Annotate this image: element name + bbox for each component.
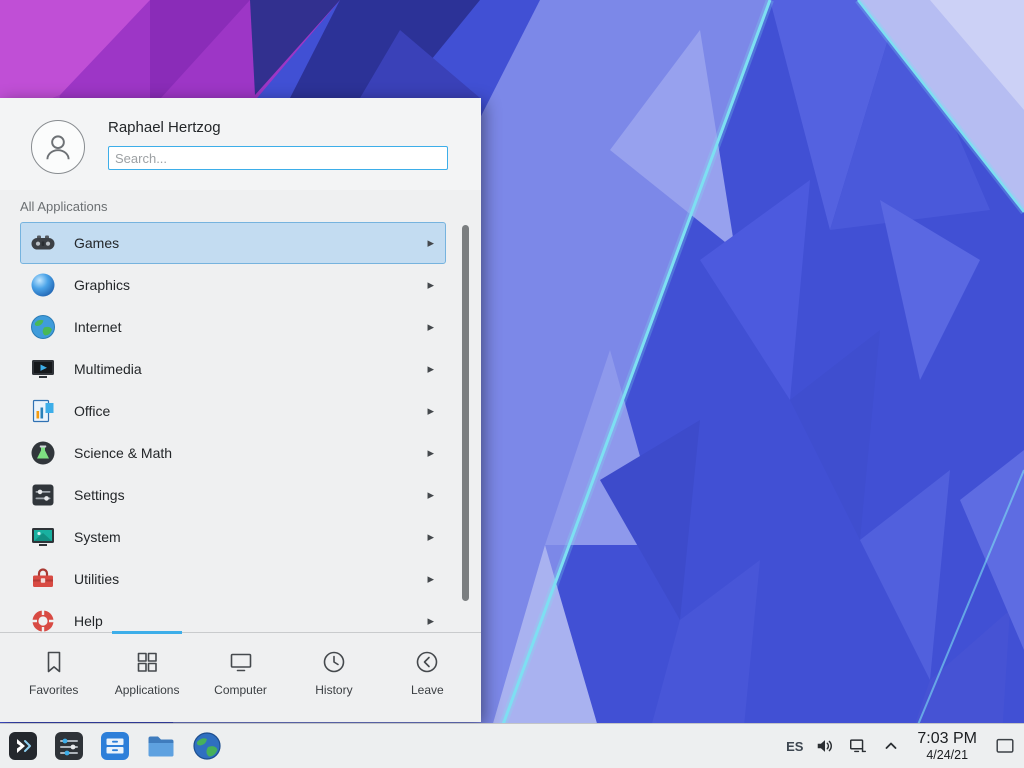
- tab-history[interactable]: History: [287, 633, 380, 711]
- tab-applications[interactable]: Applications: [100, 633, 193, 711]
- browser-globe-icon[interactable]: [190, 729, 224, 763]
- app-launcher-icon[interactable]: [6, 729, 40, 763]
- show-desktop-button[interactable]: [992, 729, 1018, 763]
- category-label: Science & Math: [74, 445, 427, 461]
- desktop: Raphael Hertzog All Applications Games ▸…: [0, 0, 1024, 768]
- category-label: Office: [74, 403, 427, 419]
- tab-favorites[interactable]: Favorites: [7, 633, 100, 711]
- tab-label: Favorites: [29, 683, 78, 697]
- category-label: Internet: [74, 319, 427, 335]
- tab-computer[interactable]: Computer: [194, 633, 287, 711]
- sliders-icon: [29, 481, 57, 509]
- category-label: Help: [74, 613, 427, 629]
- chevron-right-icon: ▸: [427, 235, 434, 251]
- list-scrollbar[interactable]: [462, 225, 469, 601]
- system-monitor-icon: [29, 523, 57, 551]
- category-list: Games ▸ Graphics ▸ Internet ▸ Multimedia…: [20, 222, 446, 632]
- system-tray: ES 7:03 PM 4/24/21: [786, 729, 1024, 763]
- chevron-right-icon: ▸: [427, 445, 434, 461]
- category-row-utilities[interactable]: Utilities ▸: [20, 558, 446, 600]
- chevron-right-icon: ▸: [427, 529, 434, 545]
- launcher-tabbar: Favorites Applications Computer History …: [0, 632, 481, 711]
- leave-icon: [413, 648, 441, 676]
- category-label: Utilities: [74, 571, 427, 587]
- keyboard-layout-indicator[interactable]: ES: [786, 739, 803, 754]
- tab-leave[interactable]: Leave: [381, 633, 474, 711]
- category-row-office[interactable]: Office ▸: [20, 390, 446, 432]
- user-avatar[interactable]: [31, 120, 85, 174]
- digital-clock[interactable]: 7:03 PM 4/24/21: [917, 730, 977, 763]
- terminal-config-icon[interactable]: [52, 729, 86, 763]
- toolbox-icon: [29, 565, 57, 593]
- user-name: Raphael Hertzog: [108, 119, 221, 136]
- category-label: Multimedia: [74, 361, 427, 377]
- tab-label: Applications: [115, 683, 180, 697]
- category-row-multimedia[interactable]: Multimedia ▸: [20, 348, 446, 390]
- monitor-play-icon: [29, 355, 57, 383]
- computer-icon: [227, 648, 255, 676]
- category-row-system[interactable]: System ▸: [20, 516, 446, 558]
- clock-date: 4/24/21: [926, 748, 968, 762]
- taskbar: ES 7:03 PM 4/24/21: [0, 723, 1024, 768]
- history-clock-icon: [320, 648, 348, 676]
- chevron-right-icon: ▸: [427, 487, 434, 503]
- tab-label: Leave: [411, 683, 444, 697]
- category-label: Graphics: [74, 277, 427, 293]
- category-row-games[interactable]: Games ▸: [20, 222, 446, 264]
- life-ring-icon: [29, 607, 57, 632]
- chevron-right-icon: ▸: [427, 361, 434, 377]
- flask-icon: [29, 439, 57, 467]
- category-label: Settings: [74, 487, 427, 503]
- category-row-internet[interactable]: Internet ▸: [20, 306, 446, 348]
- chevron-right-icon: ▸: [427, 403, 434, 419]
- category-row-graphics[interactable]: Graphics ▸: [20, 264, 446, 306]
- search-input[interactable]: [108, 146, 448, 170]
- section-label: All Applications: [20, 199, 107, 214]
- volume-icon[interactable]: [814, 735, 836, 757]
- tab-label: History: [315, 683, 352, 697]
- person-icon: [41, 130, 75, 164]
- chevron-right-icon: ▸: [427, 277, 434, 293]
- chevron-right-icon: ▸: [427, 319, 434, 335]
- document-chart-icon: [29, 397, 57, 425]
- tab-label: Computer: [214, 683, 267, 697]
- folder-icon[interactable]: [144, 729, 178, 763]
- file-drawer-icon[interactable]: [98, 729, 132, 763]
- taskbar-app-icons: [6, 729, 224, 763]
- category-row-science-math[interactable]: Science & Math ▸: [20, 432, 446, 474]
- category-label: Games: [74, 235, 427, 251]
- chevron-right-icon: ▸: [427, 571, 434, 587]
- bookmark-icon: [40, 648, 68, 676]
- grid-icon: [133, 648, 161, 676]
- expand-tray-caret-icon[interactable]: [880, 735, 902, 757]
- gamepad-icon: [29, 229, 57, 257]
- network-icon[interactable]: [847, 735, 869, 757]
- chevron-right-icon: ▸: [427, 613, 434, 629]
- clock-time: 7:03 PM: [917, 730, 977, 748]
- application-launcher-menu: Raphael Hertzog All Applications Games ▸…: [0, 98, 481, 722]
- category-label: System: [74, 529, 427, 545]
- globe-icon: [29, 313, 57, 341]
- graphics-orb-icon: [29, 271, 57, 299]
- category-row-settings[interactable]: Settings ▸: [20, 474, 446, 516]
- category-row-help[interactable]: Help ▸: [20, 600, 446, 632]
